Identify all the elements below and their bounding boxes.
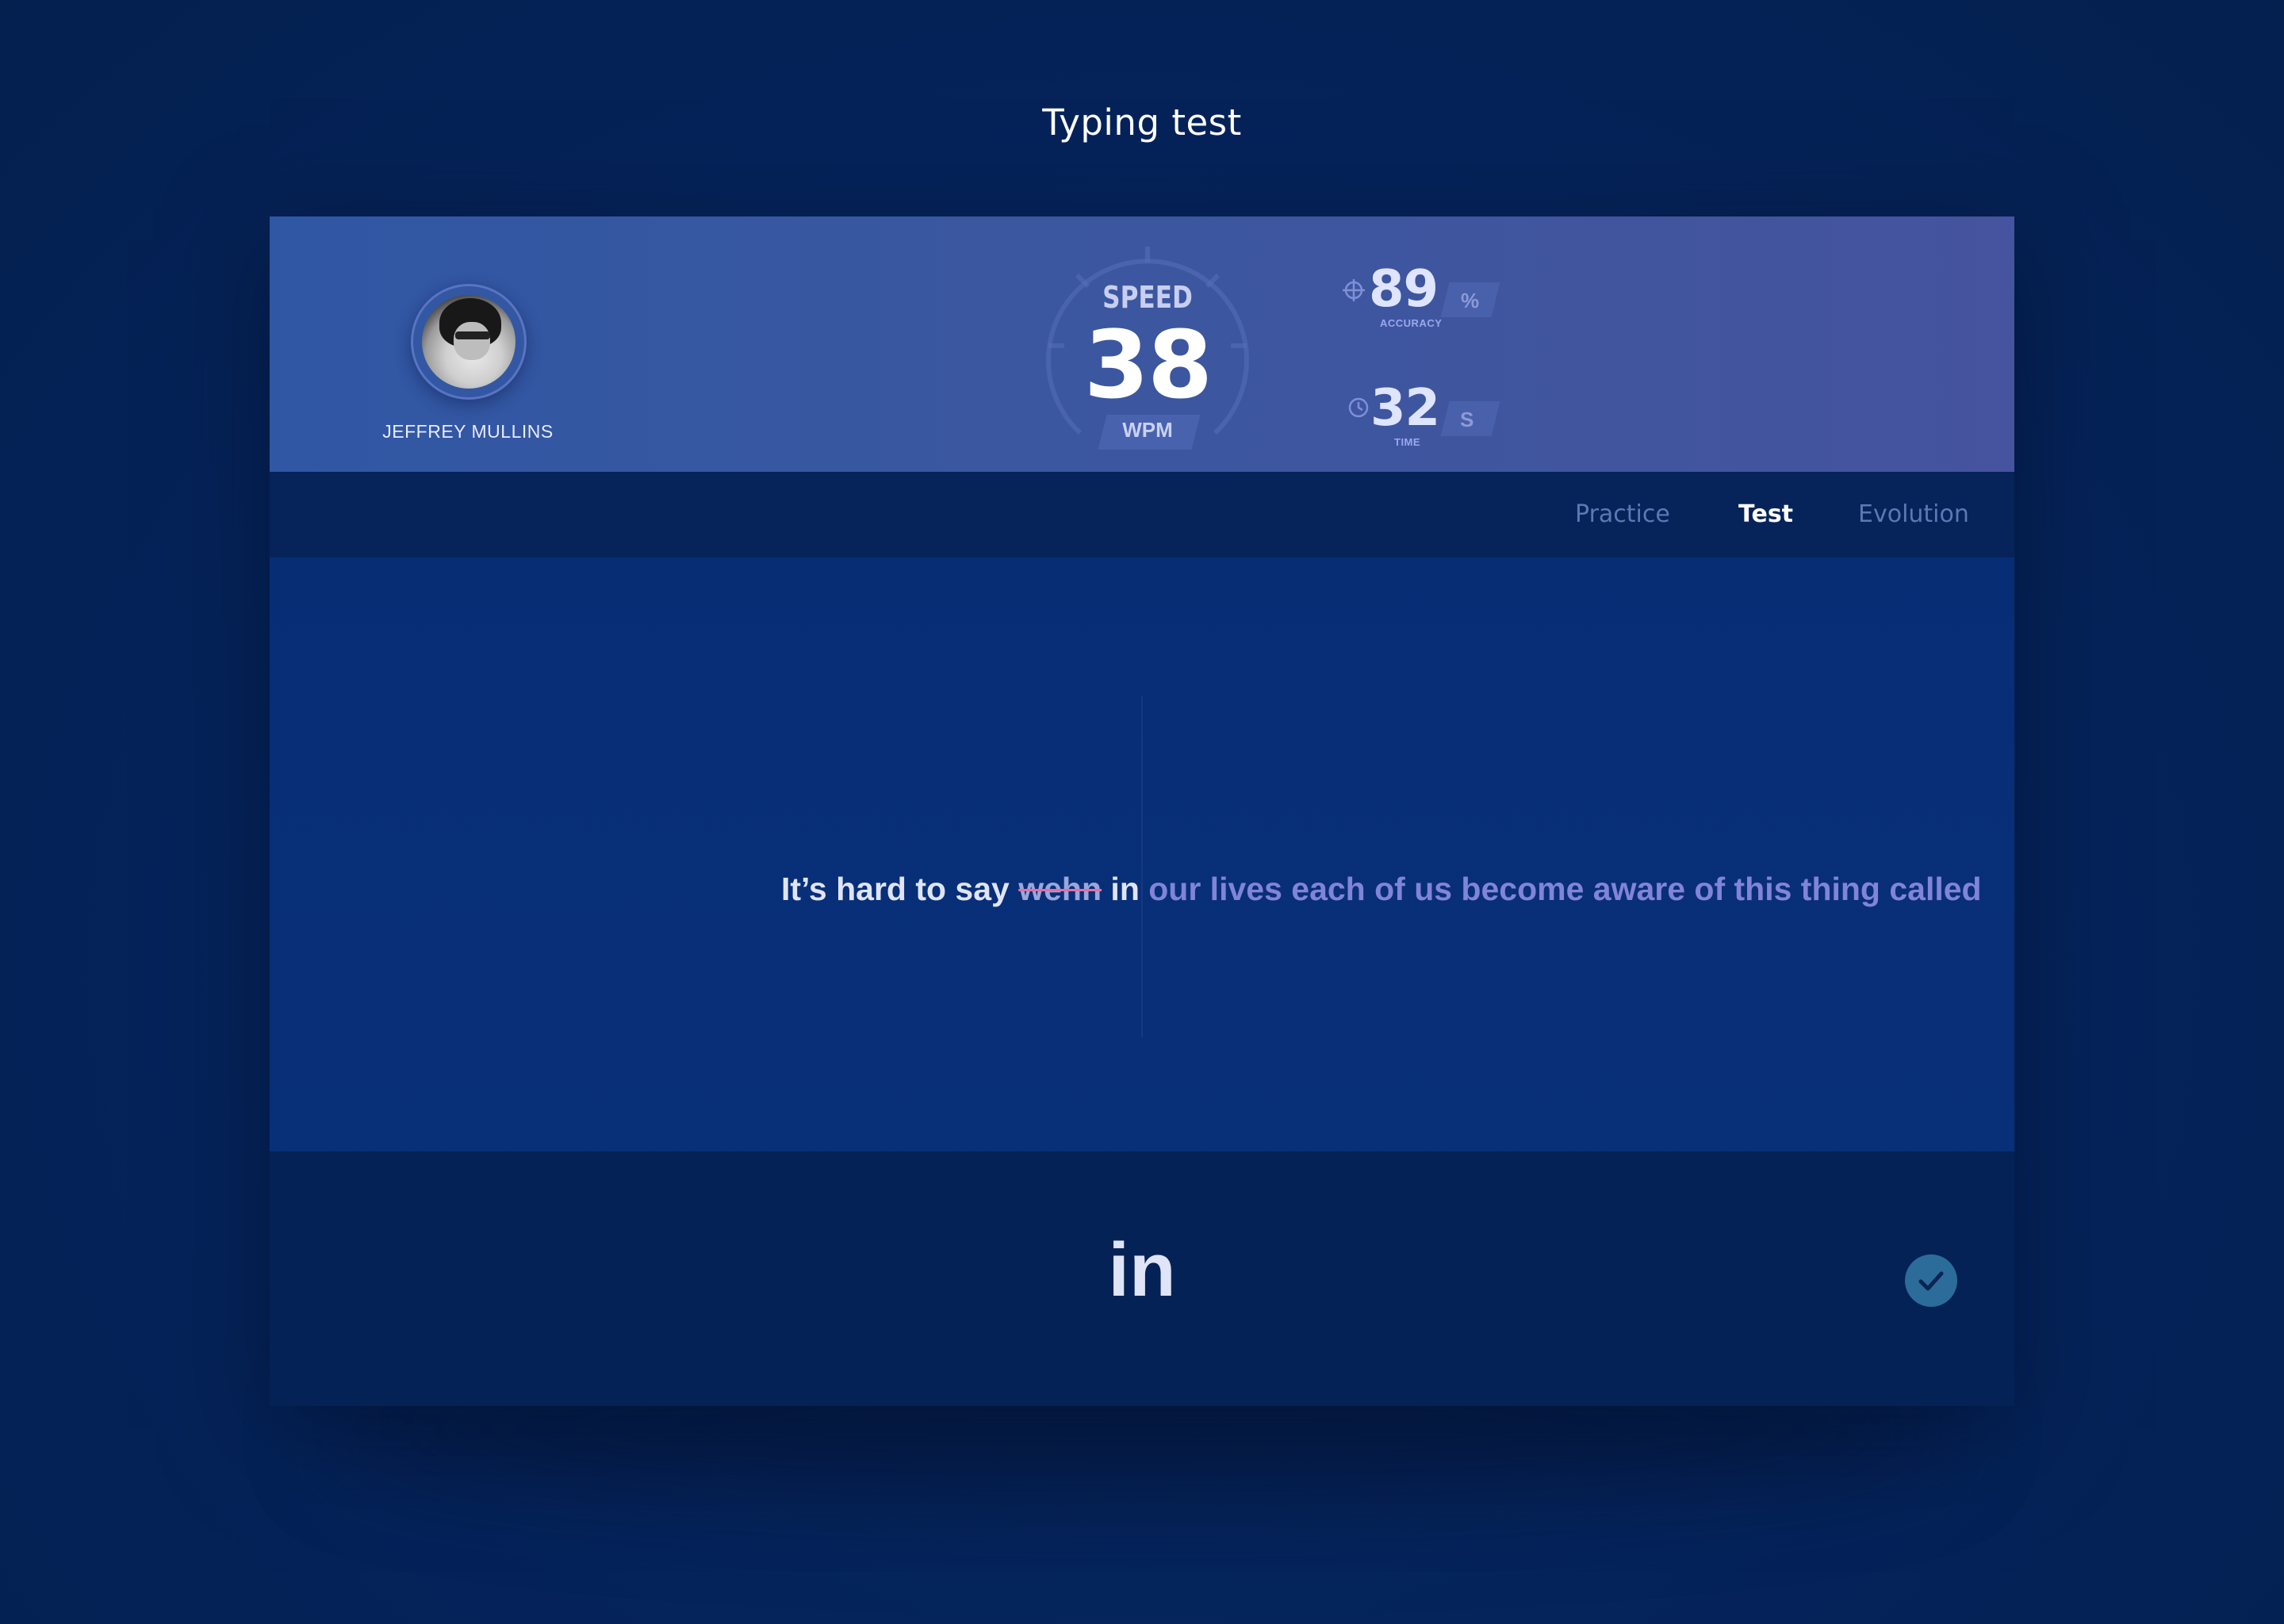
- typing-test-card: JEFFREY MULLINS SPEED 38 WPM 89 % ACCURA…: [270, 216, 2014, 1406]
- time-value: 32: [1370, 379, 1440, 438]
- error-word: wehn: [1018, 871, 1102, 907]
- speed-value: 38: [1083, 310, 1213, 419]
- tab-test[interactable]: Test: [1738, 500, 1793, 528]
- page-title: Typing test: [1042, 102, 1242, 144]
- word-input-area[interactable]: in: [270, 1151, 2014, 1406]
- cursor-guide: [1141, 696, 1143, 1037]
- accuracy-caption: ACCURACY: [1380, 317, 1443, 329]
- typed-text: It’s hard to say: [781, 871, 1019, 907]
- time-stat: 32 S TIME: [1340, 379, 1539, 458]
- time-unit: S: [1460, 408, 1474, 431]
- stats-header: JEFFREY MULLINS SPEED 38 WPM 89 % ACCURA…: [270, 216, 2014, 472]
- accuracy-unit: %: [1461, 289, 1480, 312]
- tab-practice[interactable]: Practice: [1575, 500, 1670, 528]
- tab-evolution[interactable]: Evolution: [1858, 500, 1969, 528]
- remaining-text: our lives each of us become aware of thi…: [1148, 871, 1982, 907]
- avatar-image: [422, 295, 515, 389]
- current-typed-word: in: [1102, 871, 1149, 907]
- time-caption: TIME: [1394, 436, 1421, 448]
- wpm-label: WPM: [1122, 418, 1173, 442]
- checkmark-icon: [1918, 1271, 1944, 1291]
- user-name: JEFFREY MULLINS: [382, 421, 554, 442]
- crosshair-icon: [1343, 279, 1365, 301]
- tab-bar: Practice Test Evolution: [270, 472, 2014, 557]
- accuracy-stat: 89 % ACCURACY: [1340, 260, 1539, 339]
- page: Typing test JEFFREY MULLINS SPEED 38 WPM…: [0, 0, 2284, 1624]
- current-word-input[interactable]: in: [1063, 1227, 1221, 1314]
- clock-icon: [1348, 397, 1369, 418]
- submit-button[interactable]: [1905, 1254, 1957, 1307]
- accuracy-value: 89: [1369, 260, 1439, 319]
- avatar[interactable]: [411, 284, 527, 400]
- test-sentence: It’s hard to say wehn in our lives each …: [781, 871, 1982, 908]
